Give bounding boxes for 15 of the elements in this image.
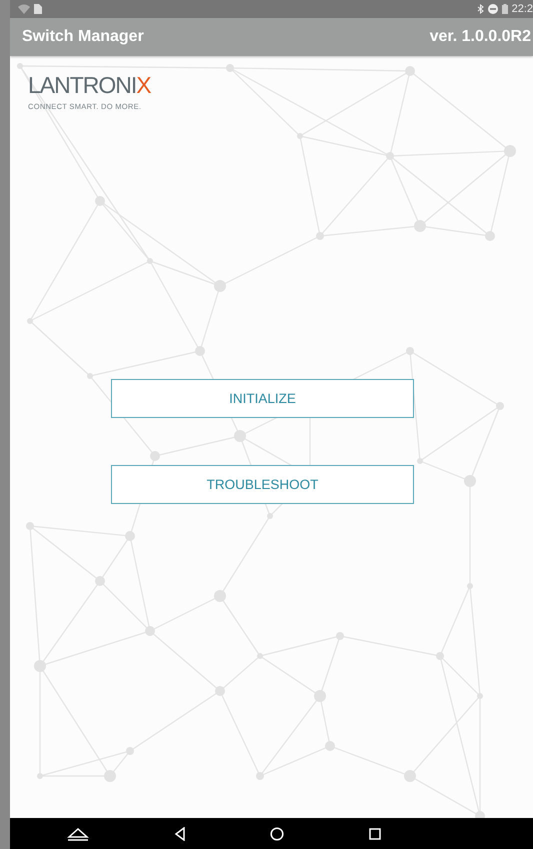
keyboard-toggle-icon[interactable] <box>67 826 90 840</box>
version-label: ver. 1.0.0.0R2 <box>430 28 531 46</box>
status-time: 22:2 <box>512 3 533 15</box>
wifi-icon <box>18 4 30 14</box>
app-title: Switch Manager <box>22 28 144 46</box>
recent-apps-icon[interactable] <box>368 828 381 840</box>
menu-button[interactable]: TROUBLESHOOT <box>111 465 414 504</box>
menu-button[interactable]: INITIALIZE <box>111 379 414 418</box>
battery-icon <box>502 4 508 14</box>
lantronix-logo-wordmark: LANTRONIX <box>28 74 151 97</box>
bluetooth-icon <box>476 4 484 14</box>
do-not-disturb-icon <box>488 4 498 14</box>
home-icon[interactable] <box>270 826 284 840</box>
sim-card-icon <box>34 4 42 14</box>
back-icon[interactable] <box>174 826 186 840</box>
